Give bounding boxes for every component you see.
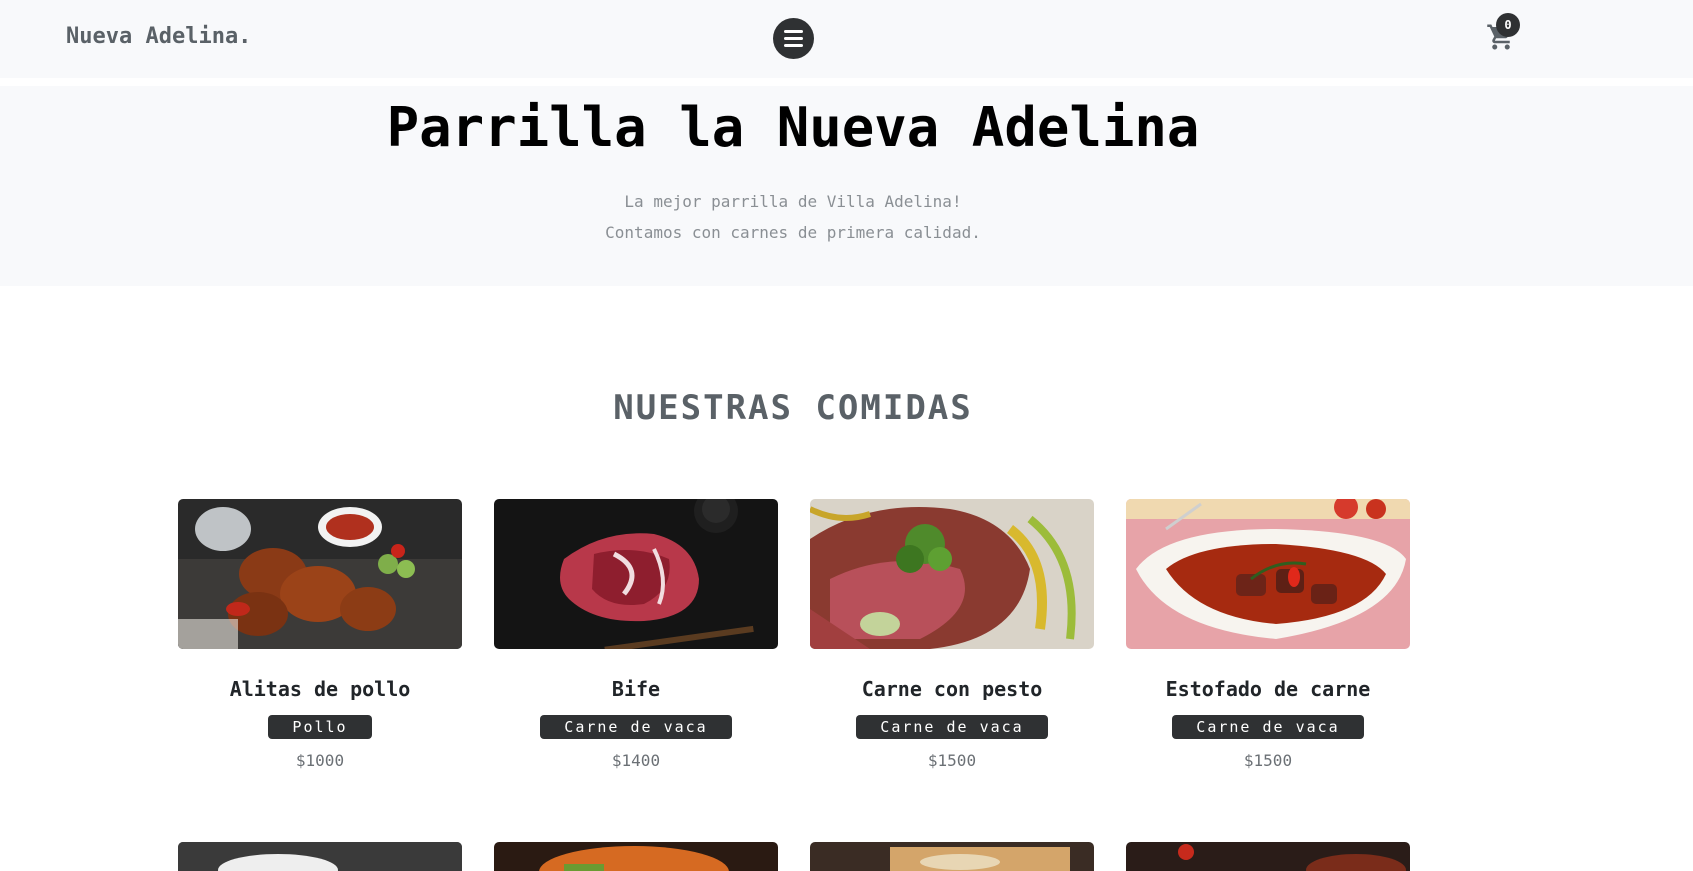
product-card-image-partial[interactable] [494, 842, 778, 871]
product-price: $1500 [927, 751, 977, 770]
product-name: Carne con pesto [861, 677, 1043, 701]
product-card[interactable]: Carne con pesto Carne de vaca $1500 [810, 499, 1094, 770]
product-name: Estofado de carne [1165, 677, 1371, 701]
product-price: $1400 [611, 751, 661, 770]
hamburger-menu-icon[interactable] [773, 18, 814, 59]
beef-stew-photo[interactable] [1126, 499, 1410, 649]
raw-steak-photo[interactable] [494, 499, 778, 649]
hero: Parrilla la Nueva Adelina La mejor parri… [0, 86, 1693, 286]
product-name: Bife [611, 677, 661, 701]
product-price: $1500 [1243, 751, 1293, 770]
product-card-image-partial[interactable] [1126, 842, 1410, 871]
product-price: $1000 [295, 751, 345, 770]
category-badge[interactable]: Carne de vaca [540, 715, 732, 739]
product-name: Alitas de pollo [229, 677, 411, 701]
chicken-wings-photo[interactable] [178, 499, 462, 649]
category-badge[interactable]: Pollo [268, 715, 372, 739]
hero-description: Contamos con carnes de primera calidad. [605, 223, 981, 242]
category-badge[interactable]: Carne de vaca [856, 715, 1048, 739]
product-card-image-partial[interactable] [178, 842, 462, 871]
food-photo [810, 842, 1094, 871]
cart-count-badge: 0 [1496, 13, 1520, 37]
category-badge[interactable]: Carne de vaca [1172, 715, 1364, 739]
brand-logo[interactable]: Nueva Adelina. [66, 24, 251, 49]
steak-pesto-photo[interactable] [810, 499, 1094, 649]
hero-tagline: La mejor parrilla de Villa Adelina! [624, 192, 962, 211]
page-title: Parrilla la Nueva Adelina [386, 96, 1200, 159]
food-photo [494, 842, 778, 871]
product-card[interactable]: Estofado de carne Carne de vaca $1500 [1126, 499, 1410, 770]
product-card-image-partial[interactable] [810, 842, 1094, 871]
section-title: NUESTRAS COMIDAS [613, 388, 973, 428]
product-card[interactable]: Alitas de pollo Pollo $1000 [178, 499, 462, 770]
product-card[interactable]: Bife Carne de vaca $1400 [494, 499, 778, 770]
food-photo [1126, 842, 1410, 871]
navbar: Nueva Adelina. 0 [0, 0, 1693, 82]
food-photo [178, 842, 462, 871]
